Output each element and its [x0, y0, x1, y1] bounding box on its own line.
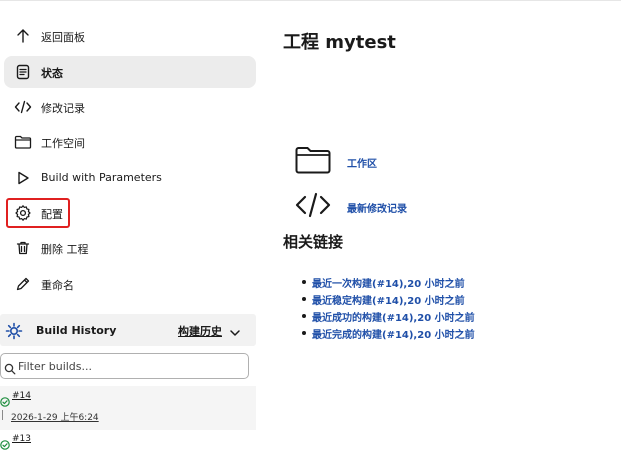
- pencil-icon: [13, 274, 33, 294]
- timeline-line: [2, 410, 3, 420]
- code-icon[interactable]: [295, 192, 331, 218]
- folder-icon[interactable]: [295, 145, 331, 175]
- latest-changes-link[interactable]: 最新修改记录: [347, 200, 407, 215]
- related-links-title: 相关链接: [283, 233, 344, 251]
- sidebar-item-status[interactable]: 状态: [4, 56, 256, 88]
- folder-icon: [13, 132, 33, 152]
- arrow-up-icon: [13, 26, 33, 46]
- sidebar-item-workspace[interactable]: 工作空间: [4, 126, 256, 158]
- configure-highlight-box: [6, 198, 70, 228]
- sidebar-item-label: 返回面板: [41, 31, 85, 44]
- sidebar-item-delete-project[interactable]: 删除 工程: [4, 232, 256, 264]
- build-time-link[interactable]: 2026-1-29 上午6:24: [11, 410, 99, 423]
- related-link-last-successful-build[interactable]: 最近成功的构建(#14),20 小时之前: [297, 309, 475, 326]
- search-icon: [4, 360, 16, 375]
- success-status-icon: [0, 392, 10, 407]
- sidebar-item-label: 重命名: [41, 279, 74, 292]
- sidebar-item-changes[interactable]: 修改记录: [4, 91, 256, 123]
- sidebar-item-build-with-parameters[interactable]: Build with Parameters: [4, 162, 256, 194]
- build-history-trend-link[interactable]: 构建历史: [178, 323, 222, 339]
- sidebar-item-label: 工作空间: [41, 137, 85, 150]
- page-title: 工程 mytest: [283, 32, 396, 53]
- sidebar-item-rename[interactable]: 重命名: [4, 268, 256, 300]
- sidebar: 返回面板 状态 修改记录 工作空间 Build with Parameters: [0, 0, 260, 453]
- build-number-link[interactable]: #14: [12, 391, 31, 401]
- build-number-link[interactable]: #13: [12, 434, 31, 444]
- chevron-down-icon[interactable]: [229, 324, 241, 336]
- sidebar-item-label: 删除 工程: [41, 243, 89, 256]
- sidebar-item-label: 修改记录: [41, 102, 85, 115]
- play-icon: [13, 168, 33, 188]
- bullet: [302, 297, 306, 301]
- build-history-icon: [5, 322, 23, 340]
- bullet: [302, 331, 306, 335]
- sidebar-item-back-to-dashboard[interactable]: 返回面板: [4, 20, 256, 52]
- bullet: [302, 314, 306, 318]
- build-history-title: Build History: [36, 324, 117, 337]
- build-row[interactable]: #13: [0, 430, 256, 453]
- related-link-last-build[interactable]: 最近一次构建(#14),20 小时之前: [297, 275, 475, 292]
- filter-builds-input[interactable]: [18, 358, 238, 374]
- bullet: [302, 280, 306, 284]
- related-link-last-stable-build[interactable]: 最近稳定构建(#14),20 小时之前: [297, 292, 475, 309]
- sidebar-item-label: 状态: [41, 67, 63, 80]
- filter-builds-box: [0, 353, 249, 379]
- trash-icon: [13, 238, 33, 258]
- build-row[interactable]: #14 2026-1-29 上午6:24: [0, 386, 256, 430]
- document-icon: [13, 62, 33, 82]
- sidebar-item-label: Build with Parameters: [41, 171, 162, 184]
- related-link-last-completed-build[interactable]: 最近完成的构建(#14),20 小时之前: [297, 326, 475, 343]
- workspace-link[interactable]: 工作区: [347, 155, 377, 170]
- jenkins-job-page: 返回面板 状态 修改记录 工作空间 Build with Parameters: [0, 0, 621, 453]
- success-status-icon: [0, 435, 10, 450]
- related-links-list: 最近一次构建(#14),20 小时之前 最近稳定构建(#14),20 小时之前 …: [297, 275, 475, 343]
- code-icon: [13, 97, 33, 117]
